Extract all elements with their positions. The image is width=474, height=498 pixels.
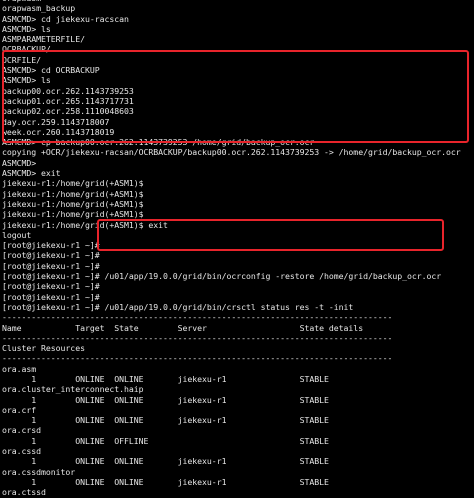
terminal-line: [root@jiekexu-r1 ~]# [2,291,100,302]
terminal-line: Name Target State Server State details [2,322,364,333]
terminal-line: backup01.ocr.265.1143717731 [2,95,134,106]
terminal-line: orapwasm_backup [2,3,76,14]
terminal-line: ----------------------------------------… [2,312,393,323]
terminal-line: ASMCMD> cd OCRBACKUP [2,65,100,76]
terminal-line: ASMCMD> cd jiekexu-racscan [2,13,129,24]
terminal-line: [root@jiekexu-r1 ~]# [2,240,100,251]
terminal-output[interactable]: orapwasmorapwasm_backupASMCMD> cd jiekex… [2,0,472,498]
terminal-line: jiekexu-r1:/home/grid(+ASM1)$ exit [2,219,168,230]
terminal-line: ora.cluster_interconnect.haip [2,384,144,395]
terminal-line: 1 ONLINE ONLINE jiekexu-r1 STABLE [2,373,329,384]
terminal-line: [root@jiekexu-r1 ~]# [2,281,100,292]
terminal-line: jiekexu-r1:/home/grid(+ASM1)$ [2,178,144,189]
terminal-line: [root@jiekexu-r1 ~]# [2,260,100,271]
terminal-line: Cluster Resources [2,343,85,354]
terminal-line: [root@jiekexu-r1 ~]# [2,250,100,261]
terminal-line: ora.cssd [2,446,42,457]
terminal-line: ora.crf [2,404,37,415]
terminal-line: ora.ctssd [2,487,46,498]
terminal-line: OCRBACKUP/ [2,44,51,55]
terminal-line: ASMCMD> [2,157,37,168]
terminal-line: 1 ONLINE ONLINE jiekexu-r1 STABLE [2,476,329,487]
terminal-line: copying +OCR/jiekexu-racsan/OCRBACKUP/ba… [2,147,461,158]
terminal-line: ASMCMD> exit [2,168,61,179]
terminal-line: [root@jiekexu-r1 ~]# /u01/app/19.0.0/gri… [2,301,354,312]
terminal-line: 1 ONLINE ONLINE jiekexu-r1 STABLE [2,456,329,467]
terminal-line: day.ocr.259.1143718007 [2,116,110,127]
terminal-line: ora.asm [2,363,37,374]
terminal-line: ASMPARAMETERFILE/ [2,34,85,45]
terminal-line: backup00.ocr.262.1143739253 [2,85,134,96]
terminal-line: 1 ONLINE OFFLINE STABLE [2,435,329,446]
terminal-line: ----------------------------------------… [2,332,393,343]
terminal-line: jiekexu-r1:/home/grid(+ASM1)$ [2,209,144,220]
terminal-line: logout [2,229,32,240]
terminal-line: backup02.ocr.258.1110048603 [2,106,134,117]
terminal-line: ----------------------------------------… [2,353,393,364]
terminal-line: ASMCMD> ls [2,23,51,34]
terminal-line: ora.cssdmonitor [2,466,76,477]
terminal-line: ora.crsd [2,425,42,436]
terminal-line: 1 ONLINE ONLINE jiekexu-r1 STABLE [2,415,329,426]
terminal-line: OCRFILE/ [2,54,42,65]
terminal-line: ASMCMD> ls [2,75,51,86]
terminal-line: [root@jiekexu-r1 ~]# /u01/app/19.0.0/gri… [2,271,442,282]
terminal-line: ASMCMD> cp backup00.ocr.262.1143739253 /… [2,137,315,148]
terminal-line: week.ocr.260.1143718019 [2,126,115,137]
terminal-line: jiekexu-r1:/home/grid(+ASM1)$ [2,188,144,199]
terminal-line: 1 ONLINE ONLINE jiekexu-r1 STABLE [2,394,329,405]
terminal-line: jiekexu-r1:/home/grid(+ASM1)$ [2,198,144,209]
